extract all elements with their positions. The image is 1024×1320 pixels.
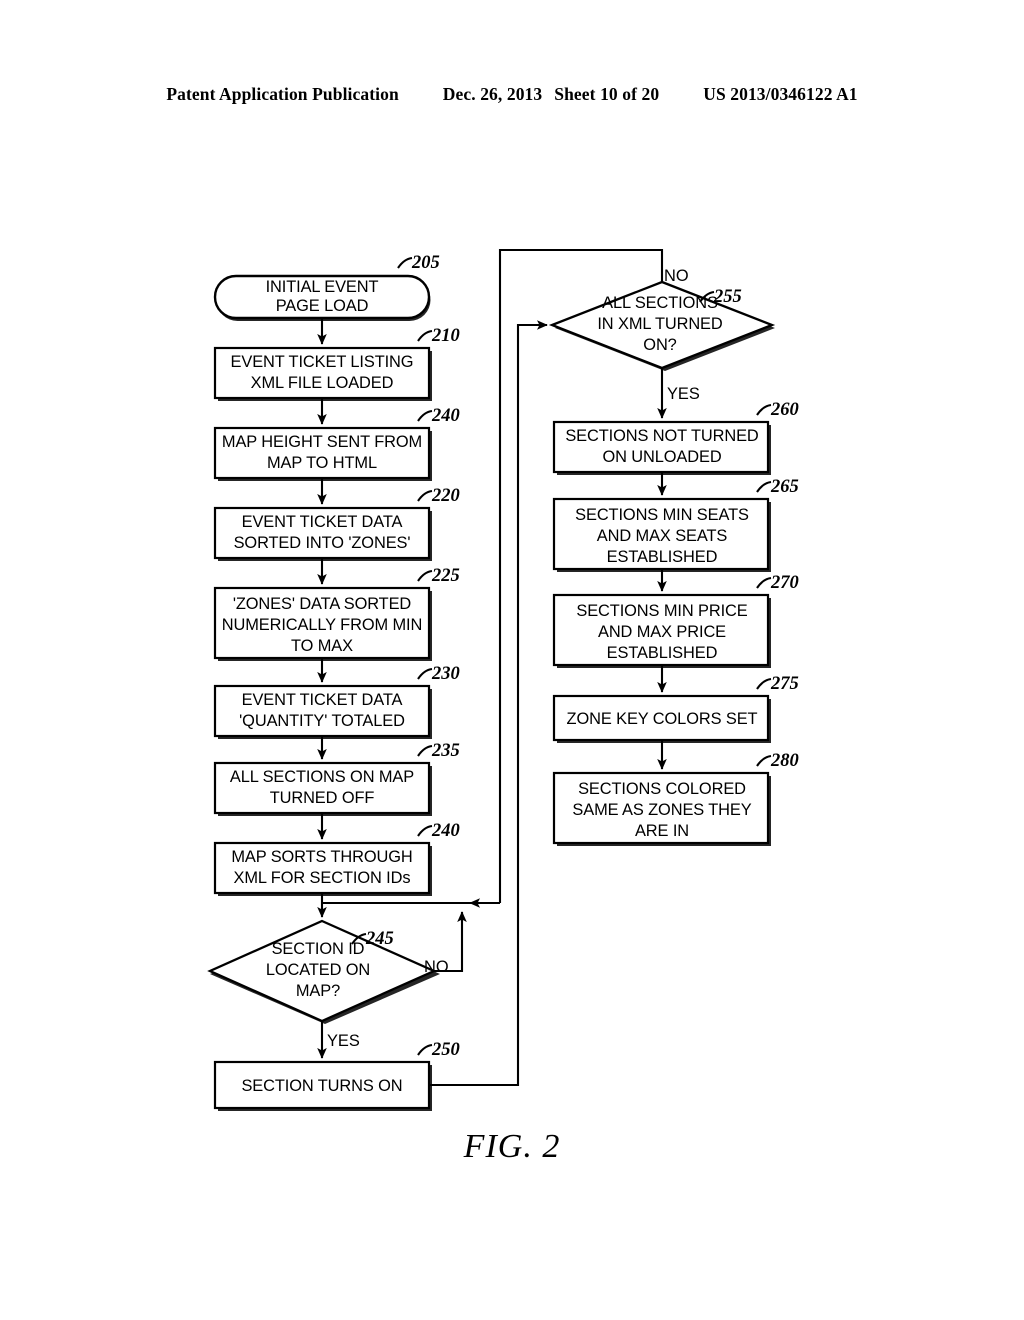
- ref-number-205: 205: [411, 253, 440, 273]
- leader-260: [756, 403, 772, 416]
- patent-figure: INITIAL EVENT PAGE LOAD EVENT TICKET LIS…: [0, 0, 1024, 1320]
- node-265-line-2: AND MAX SEATS: [597, 527, 728, 545]
- leader-225: [417, 569, 433, 582]
- node-230-line-1: EVENT TICKET DATA: [242, 691, 403, 709]
- ref-number-260: 260: [770, 400, 799, 420]
- ref-number-245: 245: [365, 929, 394, 949]
- node-280-line-3: ARE IN: [635, 822, 689, 840]
- node-225-line-3: TO MAX: [291, 637, 353, 655]
- branch-label-255-no: NO: [664, 267, 689, 285]
- node-245-line-1: SECTION ID: [272, 940, 365, 958]
- branch-label-255-yes: YES: [667, 385, 700, 403]
- node-240b-line-1: MAP SORTS THROUGH: [231, 848, 412, 866]
- leader-235: [417, 744, 433, 757]
- node-250-line-1: SECTION TURNS ON: [241, 1077, 402, 1095]
- node-255-line-2: IN XML TURNED: [597, 315, 723, 333]
- ref-number-275: 275: [770, 674, 799, 694]
- node-240b-line-2: XML FOR SECTION IDs: [234, 869, 411, 887]
- node-270-line-2: AND MAX PRICE: [598, 623, 726, 641]
- leader-230: [417, 667, 433, 680]
- node-265-line-1: SECTIONS MIN SEATS: [575, 506, 749, 524]
- node-205-line-2: PAGE LOAD: [276, 297, 369, 315]
- node-245-line-3: MAP?: [296, 982, 340, 1000]
- ref-number-230: 230: [431, 664, 460, 684]
- leader-275: [756, 677, 772, 690]
- node-260-line-1: SECTIONS NOT TURNED: [565, 427, 759, 445]
- node-225-line-1: 'ZONES' DATA SORTED: [233, 595, 412, 613]
- leader-280: [756, 754, 772, 767]
- node-270-line-3: ESTABLISHED: [607, 644, 718, 662]
- leader-270: [756, 576, 772, 589]
- branch-label-245-no: NO: [424, 958, 449, 976]
- ref-number-270: 270: [770, 573, 799, 593]
- node-235-line-1: ALL SECTIONS ON MAP: [230, 768, 414, 786]
- node-280-line-2: SAME AS ZONES THEY: [572, 801, 751, 819]
- leader-240b: [417, 824, 433, 837]
- node-225-line-2: NUMERICALLY FROM MIN: [222, 616, 422, 634]
- flowchart-canvas: INITIAL EVENT PAGE LOAD EVENT TICKET LIS…: [207, 248, 799, 1111]
- ref-number-255: 255: [713, 287, 742, 307]
- node-205-line-1: INITIAL EVENT: [266, 278, 379, 296]
- node-280-line-1: SECTIONS COLORED: [578, 780, 746, 798]
- node-265-line-3: ESTABLISHED: [607, 548, 718, 566]
- leader-250: [417, 1043, 433, 1056]
- node-255-line-3: ON?: [643, 336, 676, 354]
- ref-number-220: 220: [431, 486, 460, 506]
- ref-number-210: 210: [431, 326, 460, 346]
- node-240a-line-1: MAP HEIGHT SENT FROM: [222, 433, 422, 451]
- node-230-line-2: 'QUANTITY' TOTALED: [239, 712, 405, 730]
- ref-number-280: 280: [770, 751, 799, 771]
- node-260-line-2: ON UNLOADED: [602, 448, 721, 466]
- leader-265: [756, 480, 772, 493]
- ref-number-225: 225: [431, 566, 460, 586]
- node-235-line-2: TURNED OFF: [270, 789, 375, 807]
- node-220-line-2: SORTED INTO 'ZONES': [234, 534, 411, 552]
- node-275-line-1: ZONE KEY COLORS SET: [567, 710, 758, 728]
- leader-220: [417, 489, 433, 502]
- node-245-line-2: LOCATED ON: [266, 961, 370, 979]
- node-240a-line-2: MAP TO HTML: [267, 454, 377, 472]
- node-210-line-1: EVENT TICKET LISTING: [231, 353, 414, 371]
- figure-caption: FIG. 2: [463, 1128, 561, 1165]
- ref-number-240b: 240: [431, 821, 460, 841]
- ref-number-240a: 240: [431, 406, 460, 426]
- ref-number-235: 235: [431, 741, 460, 761]
- leader-240a: [417, 409, 433, 422]
- leader-210: [417, 329, 433, 342]
- node-270-line-1: SECTIONS MIN PRICE: [576, 602, 747, 620]
- node-220-line-1: EVENT TICKET DATA: [242, 513, 403, 531]
- ref-number-250: 250: [431, 1040, 460, 1060]
- branch-label-245-yes: YES: [327, 1032, 360, 1050]
- node-210-line-2: XML FILE LOADED: [251, 374, 394, 392]
- leader-205: [397, 256, 413, 269]
- ref-number-265: 265: [770, 477, 799, 497]
- node-255-line-1: ALL SECTIONS: [602, 294, 718, 312]
